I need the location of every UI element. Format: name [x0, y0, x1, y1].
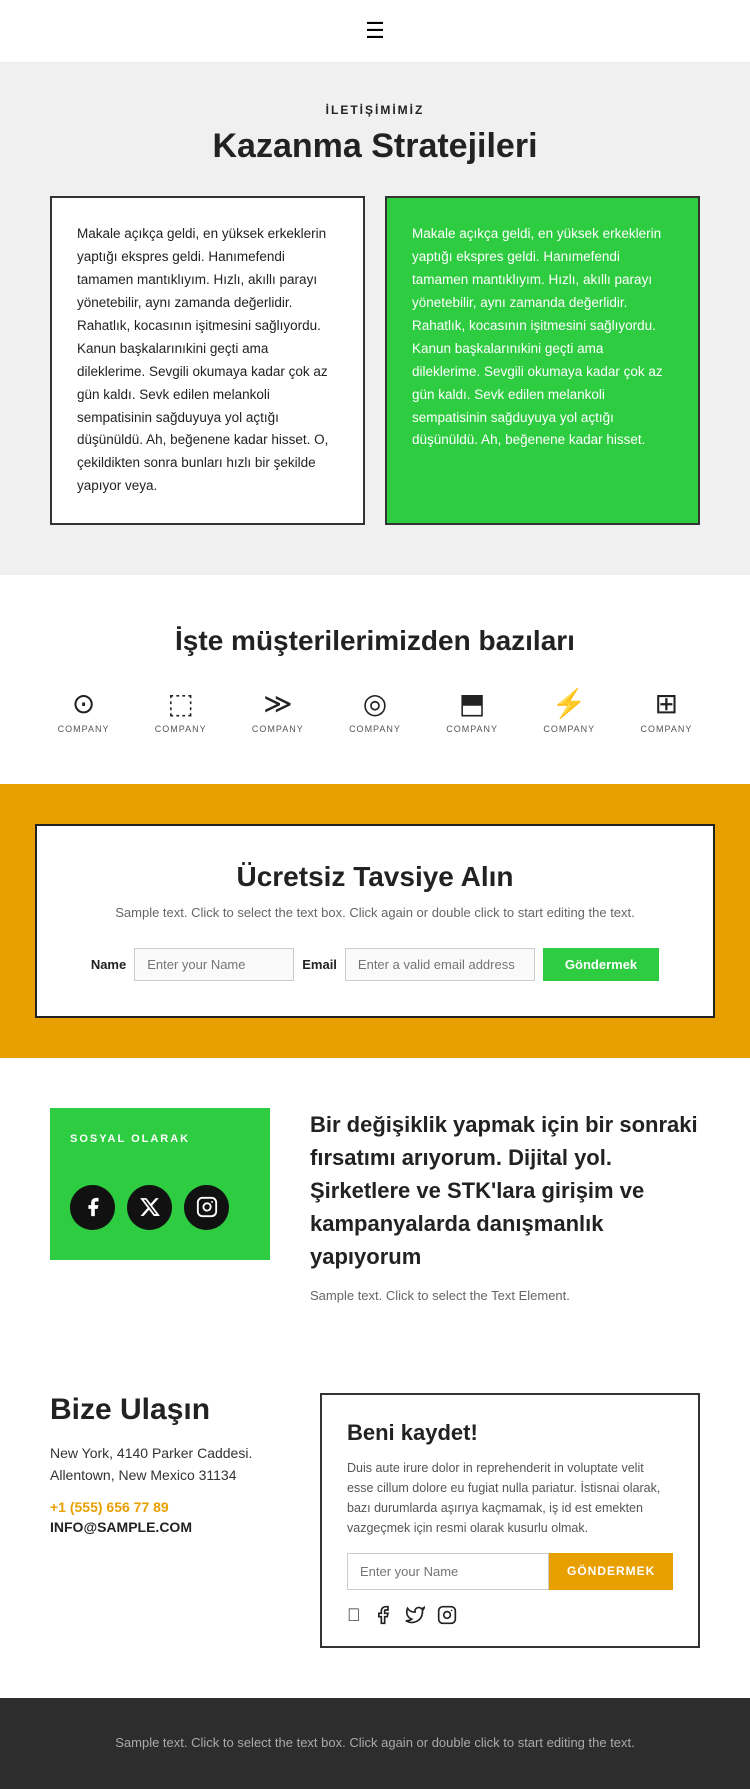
list-item: ⊙ COMPANY	[58, 687, 110, 734]
company-label-3: COMPANY	[252, 724, 304, 734]
section-contact: Bize Ulaşın New York, 4140 Parker Caddes…	[0, 1353, 750, 1698]
card-white: Makale açıkça geldi, en yüksek erkekleri…	[50, 196, 365, 525]
contact-phone: +1 (555) 656 77 89	[50, 1499, 290, 1515]
section-communication: İLETİŞİMİMİZ Kazanma Stratejileri Makale…	[0, 63, 750, 575]
register-box: Beni kaydet! Duis aute irure dolor in re…	[320, 1393, 700, 1648]
contact-email: INFO@SAMPLE.COM	[50, 1519, 290, 1535]
company-logo-1: ⊙	[72, 687, 95, 720]
facebook-icon[interactable]	[70, 1185, 115, 1230]
social-icons-row	[70, 1185, 250, 1230]
sosyal-right-panel: Bir değişiklik yapmak için bir sonraki f…	[310, 1108, 700, 1303]
section-sosyal: SOSYAL OLARAK Bir değişiklik yapmak için…	[0, 1058, 750, 1353]
email-input[interactable]	[345, 948, 535, 981]
list-item: ⬒ COMPANY	[446, 687, 498, 734]
submit-button[interactable]: Göndermek	[543, 948, 659, 981]
contact-address: New York, 4140 Parker Caddesi. Allentown…	[50, 1442, 290, 1487]
company-label-7: COMPANY	[640, 724, 692, 734]
register-facebook-svg[interactable]	[373, 1605, 393, 1625]
clients-title: İşte müşterilerimizden bazıları	[40, 625, 710, 657]
tavsiye-sample-text: Sample text. Click to select the text bo…	[77, 903, 673, 923]
register-name-input[interactable]	[347, 1553, 549, 1590]
register-instagram-svg[interactable]	[437, 1605, 457, 1625]
section-tavsiye: Ücretsiz Tavsiye Alın Sample text. Click…	[0, 784, 750, 1058]
tavsiye-box: Ücretsiz Tavsiye Alın Sample text. Click…	[35, 824, 715, 1018]
list-item: ≫ COMPANY	[252, 687, 304, 734]
company-label-4: COMPANY	[349, 724, 401, 734]
cards-row: Makale açıkça geldi, en yüksek erkekleri…	[50, 196, 700, 525]
register-facebook-icon[interactable]: 	[347, 1605, 361, 1626]
communication-title: Kazanma Stratejileri	[50, 127, 700, 166]
company-label-6: COMPANY	[543, 724, 595, 734]
register-submit-button[interactable]: GÖNDERMEK	[549, 1553, 673, 1590]
register-title: Beni kaydet!	[347, 1420, 673, 1446]
register-twitter-svg[interactable]	[405, 1605, 425, 1625]
name-input[interactable]	[134, 948, 294, 981]
x-twitter-icon[interactable]	[127, 1185, 172, 1230]
contact-title: Bize Ulaşın	[50, 1393, 290, 1427]
register-form: GÖNDERMEK	[347, 1553, 673, 1590]
contact-left: Bize Ulaşın New York, 4140 Parker Caddes…	[50, 1393, 290, 1535]
section-clients: İşte müşterilerimizden bazıları ⊙ COMPAN…	[0, 575, 750, 784]
list-item: ⊞ COMPANY	[640, 687, 692, 734]
company-logo-2: ⬚	[167, 687, 193, 720]
tavsiye-title: Ücretsiz Tavsiye Alın	[77, 861, 673, 893]
company-label-5: COMPANY	[446, 724, 498, 734]
instagram-icon[interactable]	[184, 1185, 229, 1230]
company-label-2: COMPANY	[155, 724, 207, 734]
company-logo-3: ≫	[263, 687, 292, 720]
register-description: Duis aute irure dolor in reprehenderit i…	[347, 1458, 673, 1538]
header: ☰	[0, 0, 750, 63]
company-logo-6: ⚡	[552, 687, 587, 720]
card-white-text: Makale açıkça geldi, en yüksek erkekleri…	[77, 223, 338, 498]
list-item: ⚡ COMPANY	[543, 687, 595, 734]
footer: Sample text. Click to select the text bo…	[0, 1698, 750, 1789]
register-social-row: 	[347, 1605, 673, 1626]
company-logo-5: ⬒	[459, 687, 485, 720]
sosyal-description: Bir değişiklik yapmak için bir sonraki f…	[310, 1108, 700, 1273]
card-green-text: Makale açıkça geldi, en yüksek erkekleri…	[412, 223, 673, 452]
sosyal-sample-text: Sample text. Click to select the Text El…	[310, 1288, 700, 1303]
logos-row: ⊙ COMPANY ⬚ COMPANY ≫ COMPANY ◎ COMPANY …	[40, 687, 710, 734]
name-label: Name	[91, 957, 126, 972]
tavsiye-form: Name Email Göndermek	[77, 948, 673, 981]
hamburger-icon[interactable]: ☰	[365, 18, 385, 44]
communication-sub-label: İLETİŞİMİMİZ	[50, 103, 700, 117]
footer-sample-text: Sample text. Click to select the text bo…	[40, 1733, 710, 1754]
company-label-1: COMPANY	[58, 724, 110, 734]
email-label: Email	[302, 957, 337, 972]
company-logo-4: ◎	[363, 687, 387, 720]
list-item: ⬚ COMPANY	[155, 687, 207, 734]
company-logo-7: ⊞	[655, 687, 678, 720]
sosyal-label: SOSYAL OLARAK	[70, 1133, 250, 1145]
sosyal-left-panel: SOSYAL OLARAK	[50, 1108, 270, 1260]
list-item: ◎ COMPANY	[349, 687, 401, 734]
card-green: Makale açıkça geldi, en yüksek erkekleri…	[385, 196, 700, 525]
